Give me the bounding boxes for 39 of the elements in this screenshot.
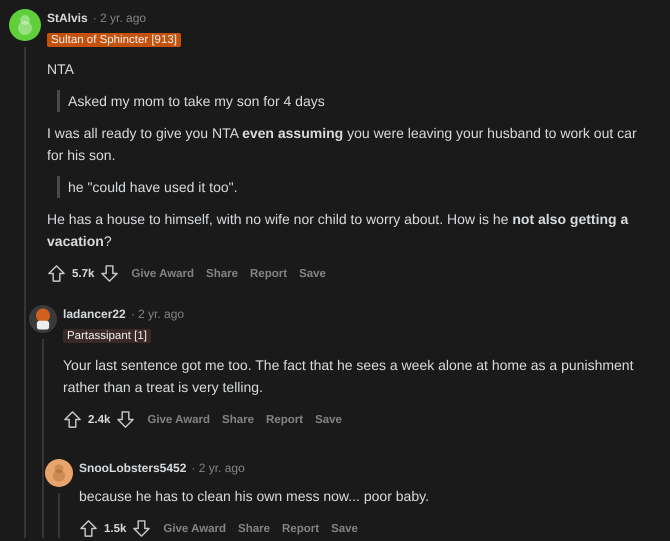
action-link[interactable]: Save (331, 522, 358, 534)
comment-text: because he has to clean his own mess now... poor baby. (79, 487, 430, 506)
quoted-text: he "could have used it too". (57, 176, 670, 198)
action-link[interactable]: Give Award (147, 414, 210, 426)
action-link[interactable]: Give Award (131, 268, 194, 280)
action-link[interactable]: Save (315, 414, 342, 426)
timestamp: · 2 yr. ago (92, 11, 146, 25)
username-link[interactable]: SnooLobsters5452 (79, 461, 186, 475)
action-link[interactable]: Report (250, 268, 288, 280)
user-flair: Sultan of Sphincter [913] (47, 33, 181, 47)
downvote-icon[interactable] (116, 410, 136, 429)
action-link[interactable]: Report (282, 522, 320, 534)
avatar-icon[interactable] (9, 9, 41, 41)
action-link[interactable]: Share (222, 414, 254, 426)
action-link[interactable]: Save (299, 268, 326, 280)
vote-count: 2.4k (88, 414, 110, 426)
user-flair: Partassipant [1] (63, 329, 151, 343)
comment-text: He has a house to himself, with no wife nor child to worry about. How is he not also getting a vacation? (47, 210, 630, 251)
action-link[interactable]: Give Award (163, 522, 226, 534)
action-link[interactable]: Share (206, 268, 238, 280)
quoted-text: Asked my mom to take my son for 4 days (57, 90, 670, 112)
avatar-icon[interactable] (29, 305, 57, 333)
downvote-icon[interactable] (100, 264, 120, 283)
timestamp: · 2 yr. ago (191, 461, 245, 475)
action-link[interactable]: Report (266, 414, 304, 426)
comment-text: I was all ready to give you NTA even assuming you were leaving your husband to work out car for his son. (47, 124, 638, 165)
vote-count: 5.7k (72, 268, 94, 280)
downvote-icon[interactable] (132, 519, 152, 538)
upvote-icon[interactable] (79, 519, 98, 538)
action-link[interactable]: Share (238, 522, 270, 534)
username-link[interactable]: StAlvis (47, 11, 88, 25)
upvote-icon[interactable] (47, 264, 66, 283)
upvote-icon[interactable] (63, 410, 82, 429)
timestamp: · 2 yr. ago (130, 307, 184, 321)
avatar-icon[interactable] (45, 459, 73, 487)
comment-text: Your last sentence got me too. The fact that he sees a week alone at home as a punishment rather than a treat is very telling. (63, 356, 634, 397)
comment-text: NTA (47, 60, 75, 79)
username-link[interactable]: ladancer22 (63, 307, 126, 321)
vote-count: 1.5k (104, 522, 126, 534)
